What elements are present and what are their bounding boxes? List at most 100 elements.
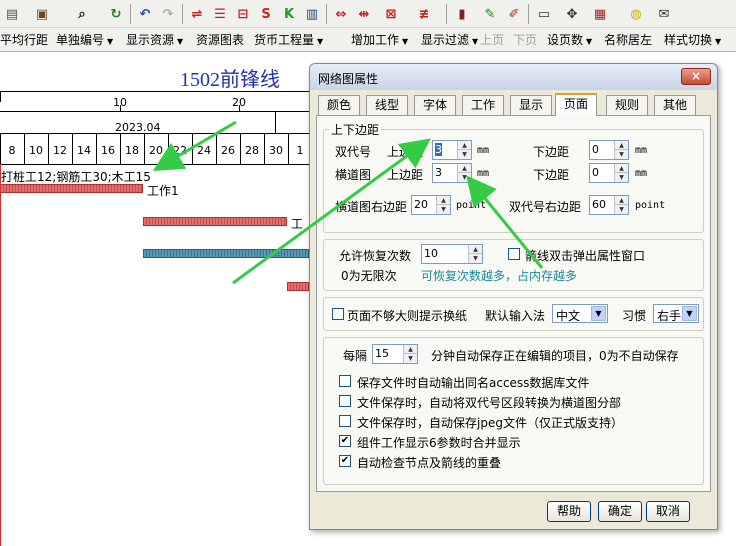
help-button[interactable]: 帮助	[547, 501, 591, 522]
toolbar-currency[interactable]: 货币工程量 ▼	[254, 32, 323, 48]
resource-icon[interactable]: ▥	[302, 4, 322, 24]
spin-down-icon[interactable]: ▼	[615, 173, 628, 182]
spinner[interactable]: ▲ ▼	[614, 196, 628, 214]
double-top-margin-input[interactable]: 3 ▲ ▼	[432, 140, 472, 160]
spinner[interactable]: ▲ ▼	[614, 164, 628, 182]
bar-icon[interactable]: ☰	[210, 4, 230, 24]
network-icon[interactable]: ⇌	[187, 4, 207, 24]
autosave-option-checkbox[interactable]: ✔	[339, 435, 351, 447]
spin-up-icon[interactable]: ▲	[458, 164, 471, 173]
undo-count-input[interactable]: 10 ▲ ▼	[421, 244, 483, 264]
align-icon[interactable]: ≢	[414, 4, 434, 24]
toolbar-next-page[interactable]: 下页	[513, 32, 537, 48]
undo-icon[interactable]: ↶	[135, 4, 155, 24]
close-button[interactable]: ×	[681, 68, 711, 85]
close-icon: ×	[690, 69, 702, 83]
toolbar-filter[interactable]: 显示过滤 ▼	[421, 32, 478, 48]
tab-display[interactable]: 显示	[510, 95, 553, 115]
double-bottom-margin-input[interactable]: 0 ▲ ▼	[589, 140, 629, 160]
spin-down-icon[interactable]: ▼	[437, 205, 450, 214]
autosave-option-checkbox[interactable]	[339, 415, 351, 427]
autosave-option-checkbox[interactable]	[339, 395, 351, 407]
toolbar-row-spacing[interactable]: 平均行距	[0, 32, 48, 48]
move-icon[interactable]: ✥	[562, 4, 582, 24]
chart-icon[interactable]: ⊠	[381, 4, 401, 24]
bar-bottom-margin-input[interactable]: 0 ▲ ▼	[589, 163, 629, 183]
spin-up-icon[interactable]: ▲	[404, 345, 417, 354]
spin-up-icon[interactable]: ▲	[437, 196, 450, 205]
bar-top-margin-input[interactable]: 3 ▲ ▼	[432, 163, 472, 183]
spin-up-icon[interactable]: ▲	[469, 245, 482, 254]
spin-up-icon[interactable]: ▲	[615, 196, 628, 205]
arrow-popup-checkbox[interactable]	[508, 248, 520, 260]
task-bar-3[interactable]	[143, 249, 309, 258]
spin-up-icon[interactable]: ▲	[458, 141, 471, 150]
toolbar-numbering[interactable]: 单独编号 ▼	[56, 32, 113, 48]
task-bar-2[interactable]	[143, 217, 287, 226]
ime-label: 默认输入法	[485, 309, 546, 323]
cancel-button[interactable]: 取消	[646, 501, 690, 522]
double-right-margin-input[interactable]: 60 ▲ ▼	[589, 195, 629, 215]
toolbar-resource-chart[interactable]: 资源图表	[196, 32, 244, 48]
task-bar-1[interactable]	[0, 184, 143, 193]
spinner[interactable]: ▲ ▼	[436, 196, 450, 214]
find-icon[interactable]: ⌕	[72, 4, 92, 24]
spin-down-icon[interactable]: ▼	[615, 150, 628, 159]
tab-work[interactable]: 工作	[462, 95, 505, 115]
tab-line-type[interactable]: 线型	[366, 95, 409, 115]
ime-select[interactable]: 中文 ▼	[552, 304, 608, 323]
toolbar-set-pages[interactable]: 设页数 ▼	[547, 32, 592, 48]
spinner[interactable]: ▲ ▼	[457, 164, 471, 182]
chevron-down-icon[interactable]: ▼	[591, 306, 606, 321]
refresh-icon[interactable]: ↻	[106, 4, 126, 24]
toolbar-style-switch[interactable]: 样式切换 ▼	[664, 32, 721, 48]
paste-icon[interactable]: ▣	[32, 4, 52, 24]
tip-bulb-icon[interactable]: ◍	[626, 4, 646, 24]
tab-page[interactable]: 页面	[555, 93, 598, 116]
spinner[interactable]: ▲ ▼	[468, 245, 482, 263]
tab-color[interactable]: 颜色	[318, 95, 361, 115]
toolbar-name-left[interactable]: 名称居左	[604, 32, 652, 48]
spinner[interactable]: ▲ ▼	[614, 141, 628, 159]
spin-down-icon[interactable]: ▼	[458, 150, 471, 159]
ok-button[interactable]: 确定	[598, 501, 642, 522]
monitor-icon[interactable]: ▭	[534, 4, 554, 24]
autosave-option-checkbox[interactable]	[339, 375, 351, 387]
timescale-icon[interactable]: ⊟	[233, 4, 253, 24]
k-icon[interactable]: K	[279, 4, 299, 24]
spin-up-icon[interactable]: ▲	[615, 141, 628, 150]
autosave-option-checkbox[interactable]: ✔	[339, 455, 351, 467]
spin-down-icon[interactable]: ▼	[458, 173, 471, 182]
day-label: 14	[77, 144, 91, 157]
undo-memory-hint: 可恢复次数越多，占内存越多	[421, 269, 578, 283]
new-file-icon[interactable]: ▤	[2, 4, 22, 24]
calendar-icon[interactable]: ▦	[590, 4, 610, 24]
spin-up-icon[interactable]: ▲	[615, 164, 628, 173]
chevron-down-icon[interactable]: ▼	[682, 306, 697, 321]
spin-down-icon[interactable]: ▼	[404, 354, 417, 363]
spin-down-icon[interactable]: ▼	[469, 254, 482, 263]
wrap-hint-checkbox[interactable]	[332, 308, 344, 320]
split-icon[interactable]: ⇔	[331, 4, 351, 24]
edit-icon[interactable]: ✉	[654, 4, 674, 24]
merge-icon[interactable]: ⇹	[354, 4, 374, 24]
redo-icon[interactable]: ↷	[158, 4, 178, 24]
autosave-interval-input[interactable]: 15 ▲ ▼	[372, 344, 418, 364]
spin-down-icon[interactable]: ▼	[615, 205, 628, 214]
toolbar-add-work[interactable]: 增加工作 ▼	[351, 32, 408, 48]
draw-icon[interactable]: ✐	[504, 4, 524, 24]
tab-rules[interactable]: 规则	[606, 95, 649, 115]
tab-other[interactable]: 其他	[654, 95, 697, 115]
bar-right-margin-input[interactable]: 20 ▲ ▼	[411, 195, 451, 215]
spinner[interactable]: ▲ ▼	[457, 141, 471, 159]
tab-font[interactable]: 字体	[414, 95, 457, 115]
tools-icon[interactable]: ✎	[480, 4, 500, 24]
s-curve-icon[interactable]: S	[256, 4, 276, 24]
dialog-titlebar[interactable]: 网络图属性 ×	[310, 64, 717, 90]
toolbar-prev-page[interactable]: 上页	[480, 32, 504, 48]
toolbar-show-resource[interactable]: 显示资源 ▼	[126, 32, 183, 48]
task-bar-4[interactable]	[287, 282, 309, 291]
spinner[interactable]: ▲ ▼	[403, 345, 417, 363]
habit-select[interactable]: 右手 ▼	[653, 304, 699, 323]
library-icon[interactable]: ▮	[452, 4, 472, 24]
